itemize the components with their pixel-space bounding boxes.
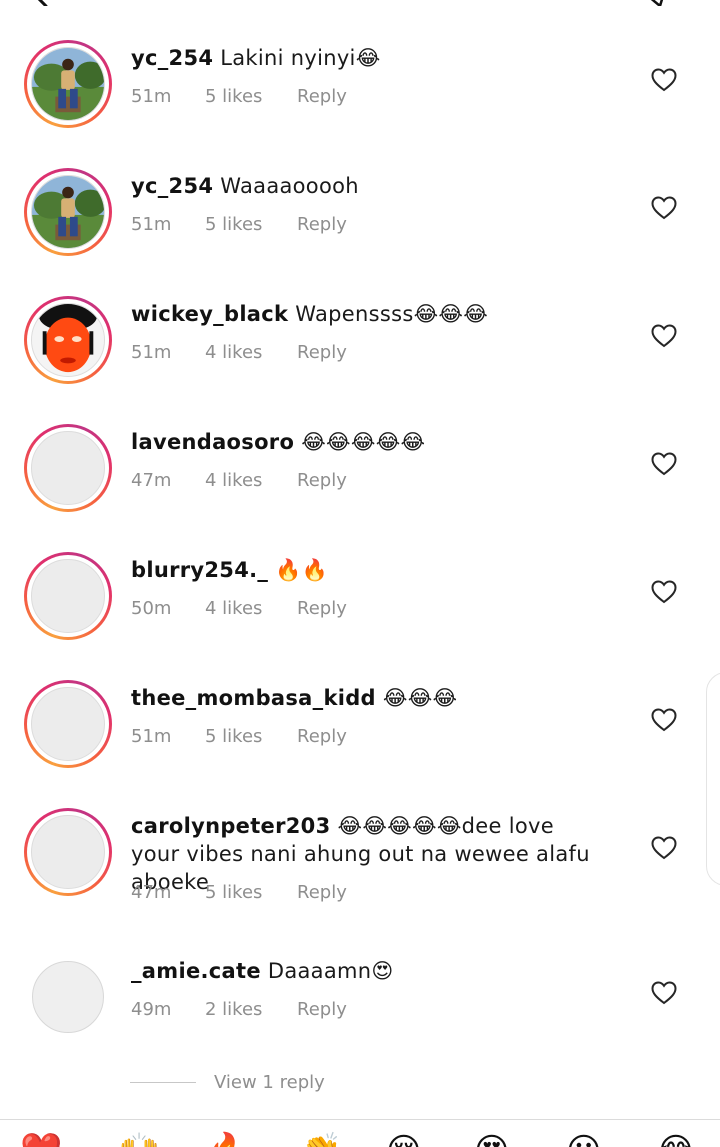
heart-outline-icon[interactable] xyxy=(651,196,677,220)
comment-username[interactable]: yc_254 xyxy=(131,174,213,198)
comment-meta: 51m 5 likes Reply xyxy=(131,86,347,107)
comment-body: yc_254 Waaaaooooh xyxy=(131,172,611,200)
replies-divider-line xyxy=(130,1082,196,1083)
avatar[interactable] xyxy=(24,424,112,512)
avatar-photo xyxy=(32,176,104,248)
comment-meta: 47m 5 likes Reply xyxy=(131,882,347,903)
comment-likes[interactable]: 5 likes xyxy=(205,882,297,903)
comment-text: 🔥🔥 xyxy=(275,558,329,582)
emoji-clap[interactable]: 👏 xyxy=(300,1134,342,1147)
comment-text: Lakini nyinyi😂 xyxy=(220,46,381,70)
comment-likes[interactable]: 5 likes xyxy=(205,86,297,107)
avatar[interactable] xyxy=(24,552,112,640)
send-icon[interactable] xyxy=(646,0,668,6)
comment-username[interactable]: wickey_black xyxy=(131,302,288,326)
emoji-heart[interactable]: ❤️ xyxy=(20,1134,62,1147)
default-avatar xyxy=(31,687,105,761)
emoji-reaction-bar: ❤️ 🙌 🔥 👏 😢 😍 😮 😂 xyxy=(0,1120,720,1147)
comment-time: 47m xyxy=(131,882,172,903)
comment-time: 47m xyxy=(131,470,172,491)
emoji-laugh[interactable]: 😂 xyxy=(656,1134,696,1147)
avatar[interactable] xyxy=(24,168,112,256)
avatar[interactable] xyxy=(24,680,112,768)
comment-meta: 51m 4 likes Reply xyxy=(131,342,347,363)
comment-body: lavendaosoro 😂😂😂😂😂 xyxy=(131,428,611,456)
comment-likes[interactable]: 4 likes xyxy=(205,470,297,491)
view-replies-label: View 1 reply xyxy=(214,1072,325,1093)
default-avatar xyxy=(31,431,105,505)
comment-meta: 51m 5 likes Reply xyxy=(131,214,347,235)
heart-outline-icon[interactable] xyxy=(651,68,677,92)
heart-outline-icon[interactable] xyxy=(651,580,677,604)
default-avatar xyxy=(31,559,105,633)
default-avatar xyxy=(31,815,105,889)
comment-meta: 47m 4 likes Reply xyxy=(131,470,347,491)
comment-time: 51m xyxy=(131,726,172,747)
comment-username[interactable]: carolynpeter203 xyxy=(131,814,331,838)
heart-outline-icon[interactable] xyxy=(651,981,677,1005)
emoji-fire[interactable]: 🔥 xyxy=(206,1134,248,1147)
avatar-photo xyxy=(32,304,104,376)
comment-text: 😂😂😂 xyxy=(382,686,458,710)
comment-meta: 50m 4 likes Reply xyxy=(131,598,347,619)
heart-outline-icon[interactable] xyxy=(651,324,677,348)
avatar[interactable] xyxy=(24,40,112,128)
heart-outline-icon[interactable] xyxy=(651,452,677,476)
avatar-photo xyxy=(32,48,104,120)
top-bar xyxy=(0,0,720,10)
side-panel-handle[interactable] xyxy=(706,672,720,886)
avatar[interactable] xyxy=(24,808,112,896)
emoji-heart-eyes[interactable]: 😍 xyxy=(474,1134,509,1147)
comment-body: wickey_black Wapenssss😂😂😂 xyxy=(131,300,611,328)
comment-username[interactable]: _amie.cate xyxy=(131,959,261,983)
reply-button[interactable]: Reply xyxy=(297,342,347,363)
back-arrow-icon[interactable] xyxy=(32,0,54,6)
reply-button[interactable]: Reply xyxy=(297,598,347,619)
reply-button[interactable]: Reply xyxy=(297,999,347,1020)
emoji-wow[interactable]: 😮 xyxy=(566,1134,601,1147)
comment-time: 49m xyxy=(131,999,172,1020)
comment-meta: 51m 5 likes Reply xyxy=(131,726,347,747)
reply-button[interactable]: Reply xyxy=(297,882,347,903)
reply-button[interactable]: Reply xyxy=(297,86,347,107)
comment-body: _amie.cate Daaaamn😍 xyxy=(131,957,611,985)
reply-button[interactable]: Reply xyxy=(297,214,347,235)
comment-likes[interactable]: 4 likes xyxy=(205,598,297,619)
comment-time: 51m xyxy=(131,86,172,107)
comment-body: blurry254._ 🔥🔥 xyxy=(131,556,611,584)
heart-outline-icon[interactable] xyxy=(651,708,677,732)
comment-username[interactable]: lavendaosoro xyxy=(131,430,294,454)
comment-likes[interactable]: 4 likes xyxy=(205,342,297,363)
heart-outline-icon[interactable] xyxy=(651,836,677,860)
comment-text: Wapenssss😂😂😂 xyxy=(295,302,489,326)
comment-likes[interactable]: 5 likes xyxy=(205,726,297,747)
avatar[interactable] xyxy=(24,296,112,384)
comment-body: yc_254 Lakini nyinyi😂 xyxy=(131,44,611,72)
reply-button[interactable]: Reply xyxy=(297,726,347,747)
comment-likes[interactable]: 5 likes xyxy=(205,214,297,235)
emoji-raised-hands[interactable]: 🙌 xyxy=(118,1134,160,1147)
comment-username[interactable]: thee_mombasa_kidd xyxy=(131,686,376,710)
comment-likes[interactable]: 2 likes xyxy=(205,999,297,1020)
comment-body: thee_mombasa_kidd 😂😂😂 xyxy=(131,684,611,712)
avatar[interactable] xyxy=(32,961,104,1033)
reply-button[interactable]: Reply xyxy=(297,470,347,491)
comment-username[interactable]: blurry254._ xyxy=(131,558,268,582)
emoji-cry[interactable]: 😢 xyxy=(386,1134,421,1147)
comment-time: 51m xyxy=(131,342,172,363)
comment-text: 😂😂😂😂😂 xyxy=(301,430,426,454)
comment-text: Waaaaooooh xyxy=(220,174,359,198)
comment-username[interactable]: yc_254 xyxy=(131,46,213,70)
comment-meta: 49m 2 likes Reply xyxy=(131,999,347,1020)
comment-time: 51m xyxy=(131,214,172,235)
comment-time: 50m xyxy=(131,598,172,619)
comment-text: Daaaamn😍 xyxy=(267,959,394,983)
